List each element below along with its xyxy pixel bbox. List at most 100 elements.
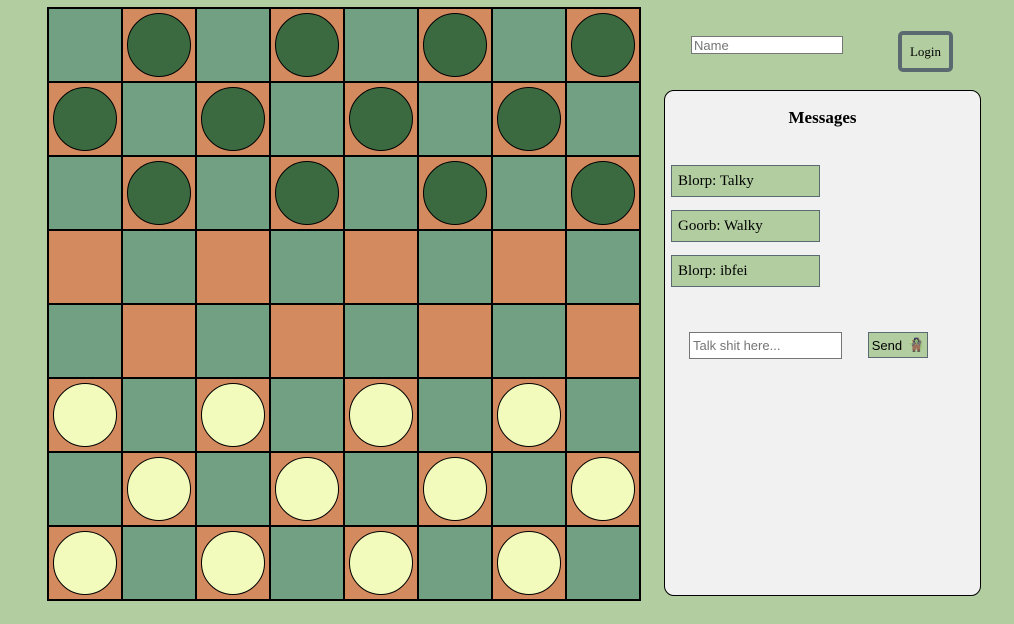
board-square-r1-c5[interactable] (344, 8, 418, 82)
board-square-r1-c2[interactable] (122, 8, 196, 82)
board-square-r2-c2[interactable] (122, 82, 196, 156)
board-square-r2-c3[interactable] (196, 82, 270, 156)
board-square-r2-c4[interactable] (270, 82, 344, 156)
board-square-r4-c4[interactable] (270, 230, 344, 304)
board-square-r4-c8[interactable] (566, 230, 640, 304)
board-square-r5-c7[interactable] (492, 304, 566, 378)
board-square-r3-c8[interactable] (566, 156, 640, 230)
light-checker-piece[interactable] (201, 531, 265, 595)
board-square-r1-c8[interactable] (566, 8, 640, 82)
board-square-r5-c2[interactable] (122, 304, 196, 378)
board-square-r5-c6[interactable] (418, 304, 492, 378)
board-square-r4-c3[interactable] (196, 230, 270, 304)
board-square-r7-c1[interactable] (48, 452, 122, 526)
light-checker-piece[interactable] (275, 457, 339, 521)
dark-checker-piece[interactable] (275, 161, 339, 225)
board-square-r1-c7[interactable] (492, 8, 566, 82)
board-square-r1-c4[interactable] (270, 8, 344, 82)
board-square-r2-c5[interactable] (344, 82, 418, 156)
board-square-r4-c2[interactable] (122, 230, 196, 304)
board-square-r5-c5[interactable] (344, 304, 418, 378)
board-square-r6-c2[interactable] (122, 378, 196, 452)
light-checker-piece[interactable] (497, 383, 561, 447)
dark-checker-piece[interactable] (127, 13, 191, 77)
board-square-r8-c3[interactable] (196, 526, 270, 600)
checkers-board (47, 7, 641, 601)
board-square-r6-c1[interactable] (48, 378, 122, 452)
light-checker-piece[interactable] (349, 383, 413, 447)
board-square-r7-c8[interactable] (566, 452, 640, 526)
board-square-r3-c6[interactable] (418, 156, 492, 230)
board-square-r7-c7[interactable] (492, 452, 566, 526)
board-square-r4-c1[interactable] (48, 230, 122, 304)
board-square-r8-c7[interactable] (492, 526, 566, 600)
board-square-r6-c7[interactable] (492, 378, 566, 452)
board-square-r2-c1[interactable] (48, 82, 122, 156)
board-square-r1-c3[interactable] (196, 8, 270, 82)
light-checker-piece[interactable] (423, 457, 487, 521)
board-square-r1-c6[interactable] (418, 8, 492, 82)
dark-checker-piece[interactable] (423, 13, 487, 77)
board-square-r7-c2[interactable] (122, 452, 196, 526)
light-checker-piece[interactable] (127, 457, 191, 521)
board-square-r8-c2[interactable] (122, 526, 196, 600)
board-square-r7-c4[interactable] (270, 452, 344, 526)
board-square-r8-c4[interactable] (270, 526, 344, 600)
light-checker-piece[interactable] (571, 457, 635, 521)
chat-input[interactable] (689, 332, 842, 359)
message-list: Blorp: Talky Goorb: Walky Blorp: ibfei (671, 165, 820, 300)
dark-checker-piece[interactable] (571, 161, 635, 225)
board-square-r7-c6[interactable] (418, 452, 492, 526)
board-square-r4-c5[interactable] (344, 230, 418, 304)
board-square-r6-c4[interactable] (270, 378, 344, 452)
board-square-r3-c2[interactable] (122, 156, 196, 230)
light-checker-piece[interactable] (53, 531, 117, 595)
dark-checker-piece[interactable] (423, 161, 487, 225)
messages-panel: Messages Blorp: Talky Goorb: Walky Blorp… (664, 90, 981, 596)
board-square-r5-c4[interactable] (270, 304, 344, 378)
board-square-r3-c4[interactable] (270, 156, 344, 230)
board-square-r8-c1[interactable] (48, 526, 122, 600)
board-square-r3-c5[interactable] (344, 156, 418, 230)
login-button[interactable]: Login (898, 31, 953, 72)
board-square-r3-c3[interactable] (196, 156, 270, 230)
board-square-r7-c3[interactable] (196, 452, 270, 526)
message-item: Goorb: Walky (671, 210, 820, 242)
board-square-r3-c1[interactable] (48, 156, 122, 230)
board-square-r6-c8[interactable] (566, 378, 640, 452)
board-square-r8-c6[interactable] (418, 526, 492, 600)
board-square-r1-c1[interactable] (48, 8, 122, 82)
board-square-r5-c3[interactable] (196, 304, 270, 378)
message-item: Blorp: ibfei (671, 255, 820, 287)
board-square-r2-c8[interactable] (566, 82, 640, 156)
board-square-r6-c3[interactable] (196, 378, 270, 452)
board-square-r6-c5[interactable] (344, 378, 418, 452)
board-square-r7-c5[interactable] (344, 452, 418, 526)
light-checker-piece[interactable] (349, 531, 413, 595)
board-square-r6-c6[interactable] (418, 378, 492, 452)
board-square-r4-c6[interactable] (418, 230, 492, 304)
board-square-r5-c1[interactable] (48, 304, 122, 378)
board-square-r8-c5[interactable] (344, 526, 418, 600)
board-square-r3-c7[interactable] (492, 156, 566, 230)
troll-icon: 🧌 (908, 337, 925, 352)
dark-checker-piece[interactable] (571, 13, 635, 77)
messages-title: Messages (788, 108, 857, 127)
light-checker-piece[interactable] (201, 383, 265, 447)
dark-checker-piece[interactable] (275, 13, 339, 77)
message-item: Blorp: Talky (671, 165, 820, 197)
dark-checker-piece[interactable] (349, 87, 413, 151)
dark-checker-piece[interactable] (201, 87, 265, 151)
board-square-r4-c7[interactable] (492, 230, 566, 304)
dark-checker-piece[interactable] (53, 87, 117, 151)
name-input[interactable] (691, 36, 843, 54)
board-square-r5-c8[interactable] (566, 304, 640, 378)
send-button[interactable]: Send 🧌 (868, 332, 928, 358)
dark-checker-piece[interactable] (497, 87, 561, 151)
light-checker-piece[interactable] (497, 531, 561, 595)
dark-checker-piece[interactable] (127, 161, 191, 225)
board-square-r2-c6[interactable] (418, 82, 492, 156)
light-checker-piece[interactable] (53, 383, 117, 447)
board-square-r8-c8[interactable] (566, 526, 640, 600)
board-square-r2-c7[interactable] (492, 82, 566, 156)
